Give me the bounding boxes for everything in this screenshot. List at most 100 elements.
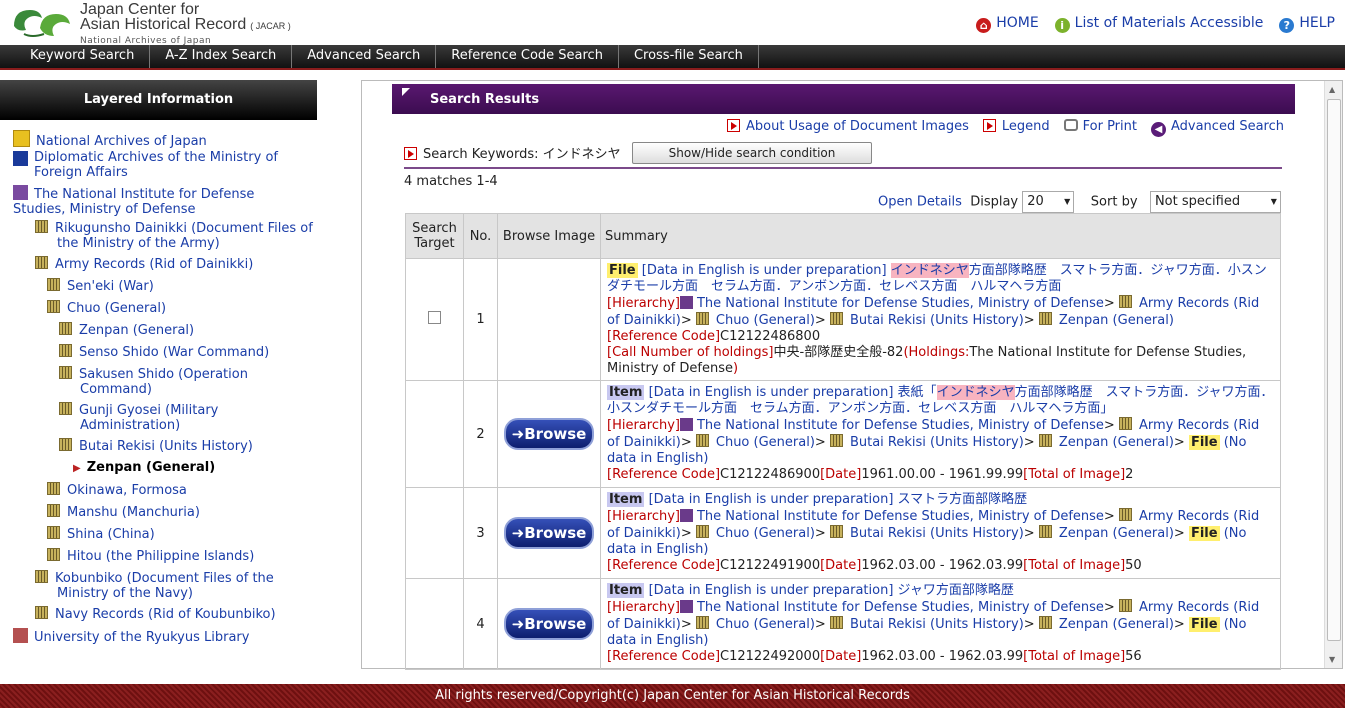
- tree-item[interactable]: Chuo (General): [47, 300, 166, 316]
- tree-item[interactable]: Senso Shido (War Command): [59, 344, 269, 360]
- date-label: [Date]: [820, 558, 862, 573]
- scroll-thumb[interactable]: [1327, 99, 1341, 641]
- hier-link[interactable]: The National Institute for Defense Studi…: [697, 418, 1104, 433]
- hier-link[interactable]: The National Institute for Defense Studi…: [697, 509, 1104, 524]
- sort-select[interactable]: Not specified: [1149, 191, 1281, 213]
- ref-label: [Reference Code]: [607, 558, 721, 573]
- hier-link[interactable]: Chuo (General): [716, 526, 815, 541]
- about-images-link[interactable]: About Usage of Document Images: [727, 119, 969, 137]
- book-icon: [1038, 616, 1052, 629]
- file-badge: File: [1188, 435, 1220, 450]
- scroll-down-icon[interactable]: ▼: [1329, 655, 1335, 664]
- tree-item[interactable]: Okinawa, Formosa: [47, 482, 187, 498]
- vertical-scrollbar[interactable]: ▲ ▼: [1324, 81, 1342, 668]
- call-label: [Call Number of holdings]: [607, 344, 774, 360]
- total-label: [Total of Image]: [1023, 467, 1126, 482]
- folder-icon: [13, 185, 28, 200]
- tree-item[interactable]: Shina (China): [47, 526, 155, 542]
- title-link[interactable]: [Data in English is under preparation] イ…: [607, 262, 1267, 294]
- book-icon: [59, 402, 72, 415]
- jacar-logo-icon[interactable]: [10, 4, 72, 40]
- tree-item[interactable]: Gunji Gyosei (Military Administration): [59, 402, 280, 433]
- title-pre: 表紙「: [897, 385, 937, 400]
- hier-link[interactable]: Chuo (General): [716, 435, 815, 450]
- summary-cell: Item [Data in English is under preparati…: [600, 487, 1281, 579]
- tree-item[interactable]: Zenpan (General): [59, 322, 194, 338]
- tree-item[interactable]: Sen'eki (War): [47, 278, 154, 294]
- table-row: 4 ➜Browse Item [Data in English is under…: [405, 578, 1281, 670]
- tree-item-current[interactable]: ▶ Zenpan (General): [73, 460, 215, 476]
- materials-link[interactable]: i List of Materials Accessible: [1054, 15, 1263, 33]
- display-select[interactable]: 20: [1022, 191, 1075, 213]
- tree-item[interactable]: Manshu (Manchuria): [47, 504, 200, 520]
- tree-item[interactable]: Butai Rekisi (Units History): [59, 438, 253, 454]
- tree-item-label: Gunji Gyosei (Military Administration): [79, 403, 219, 433]
- tree-item[interactable]: Army Records (Rid of Dainikki): [35, 256, 253, 272]
- open-details-link[interactable]: Open Details: [878, 195, 962, 210]
- toggle-condition-button[interactable]: Show/Hide search condition: [632, 142, 872, 164]
- title-link[interactable]: [Data in English is under preparation] ス…: [649, 492, 1028, 507]
- about-images-label: About Usage of Document Images: [746, 119, 969, 134]
- scroll-up-icon[interactable]: ▲: [1329, 85, 1335, 94]
- summary-cell: Item [Data in English is under preparati…: [600, 578, 1281, 670]
- hier-link[interactable]: Butai Rekisi (Units History): [850, 526, 1024, 541]
- hier-link[interactable]: Zenpan (General): [1059, 526, 1174, 541]
- book-icon: [35, 256, 48, 269]
- tree-item[interactable]: Diplomatic Archives of the Ministry of F…: [13, 150, 288, 180]
- tree-item[interactable]: Sakusen Shido (Operation Command): [59, 366, 280, 397]
- browse-label: Browse: [524, 524, 587, 542]
- advanced-search-link[interactable]: ◀ Advanced Search: [1150, 119, 1284, 137]
- search-target-cell: [405, 258, 464, 381]
- nav-az-index-search[interactable]: A-Z Index Search: [150, 45, 293, 68]
- browse-button[interactable]: ➜Browse: [504, 608, 594, 640]
- hier-link[interactable]: Chuo (General): [716, 313, 815, 328]
- book-icon: [829, 616, 843, 629]
- hier-link[interactable]: Zenpan (General): [1059, 617, 1174, 632]
- tree-item[interactable]: National Archives of Japan: [13, 130, 313, 149]
- browse-button[interactable]: ➜Browse: [504, 517, 594, 549]
- book-icon: [35, 570, 48, 583]
- nav-keyword-search[interactable]: Keyword Search: [0, 45, 151, 68]
- hier-link[interactable]: Chuo (General): [716, 617, 815, 632]
- date-value: 1961.00.00 - 1961.99.99: [861, 467, 1024, 482]
- book-icon: [47, 526, 60, 539]
- tree-item-label: The National Institute for Defense Studi…: [13, 187, 255, 217]
- title-link[interactable]: [Data in English is under preparation] ジ…: [649, 583, 1014, 598]
- hier-link[interactable]: The National Institute for Defense Studi…: [697, 296, 1104, 311]
- legend-label: Legend: [1001, 119, 1050, 134]
- tree-item[interactable]: Kobunbiko (Document Files of the Ministr…: [35, 570, 312, 601]
- title-link[interactable]: [Data in English is under preparation] 表…: [607, 385, 1274, 416]
- book-icon: [47, 300, 60, 313]
- hier-link[interactable]: Butai Rekisi (Units History): [850, 435, 1024, 450]
- tree-item[interactable]: University of the Ryukyus Library: [13, 628, 249, 645]
- tree-item[interactable]: The National Institute for Defense Studi…: [13, 185, 288, 217]
- home-icon: ⌂: [976, 18, 992, 33]
- tree-item[interactable]: Navy Records (Rid of Koubunbiko): [35, 606, 276, 622]
- print-link[interactable]: For Print: [1063, 119, 1137, 137]
- hier-link[interactable]: Butai Rekisi (Units History): [850, 617, 1024, 632]
- file-badge: File: [1188, 526, 1220, 541]
- book-icon: [35, 606, 48, 619]
- nav-cross-file-search[interactable]: Cross-file Search: [619, 45, 759, 68]
- browse-button[interactable]: ➜Browse: [504, 418, 594, 450]
- hier-link[interactable]: Zenpan (General): [1059, 313, 1174, 328]
- brand-abbr: ( JACAR ): [250, 21, 291, 31]
- book-icon: [695, 311, 709, 325]
- hier-link[interactable]: The National Institute for Defense Studi…: [697, 600, 1104, 615]
- help-link[interactable]: ? HELP: [1279, 15, 1335, 33]
- search-target-checkbox[interactable]: [428, 311, 441, 324]
- hier-link[interactable]: Zenpan (General): [1059, 435, 1174, 450]
- hier-link[interactable]: Butai Rekisi (Units History): [850, 313, 1024, 328]
- play-icon: [982, 119, 996, 132]
- play-icon: [404, 147, 417, 160]
- tree-item-label: Kobunbiko (Document Files of the Ministr…: [55, 571, 274, 601]
- nav-advanced-search[interactable]: Advanced Search: [292, 45, 437, 68]
- book-icon: [1118, 599, 1132, 612]
- nav-reference-code-search[interactable]: Reference Code Search: [436, 45, 619, 68]
- home-link[interactable]: ⌂ HOME: [976, 15, 1039, 33]
- display-label: Display: [970, 194, 1019, 210]
- tree-item[interactable]: Hitou (the Philippine Islands): [47, 548, 254, 564]
- legend-link[interactable]: Legend: [982, 119, 1050, 137]
- arrow-right-icon: ➜: [511, 425, 525, 443]
- tree-item[interactable]: Rikugunsho Dainikki (Document Files of t…: [35, 220, 332, 251]
